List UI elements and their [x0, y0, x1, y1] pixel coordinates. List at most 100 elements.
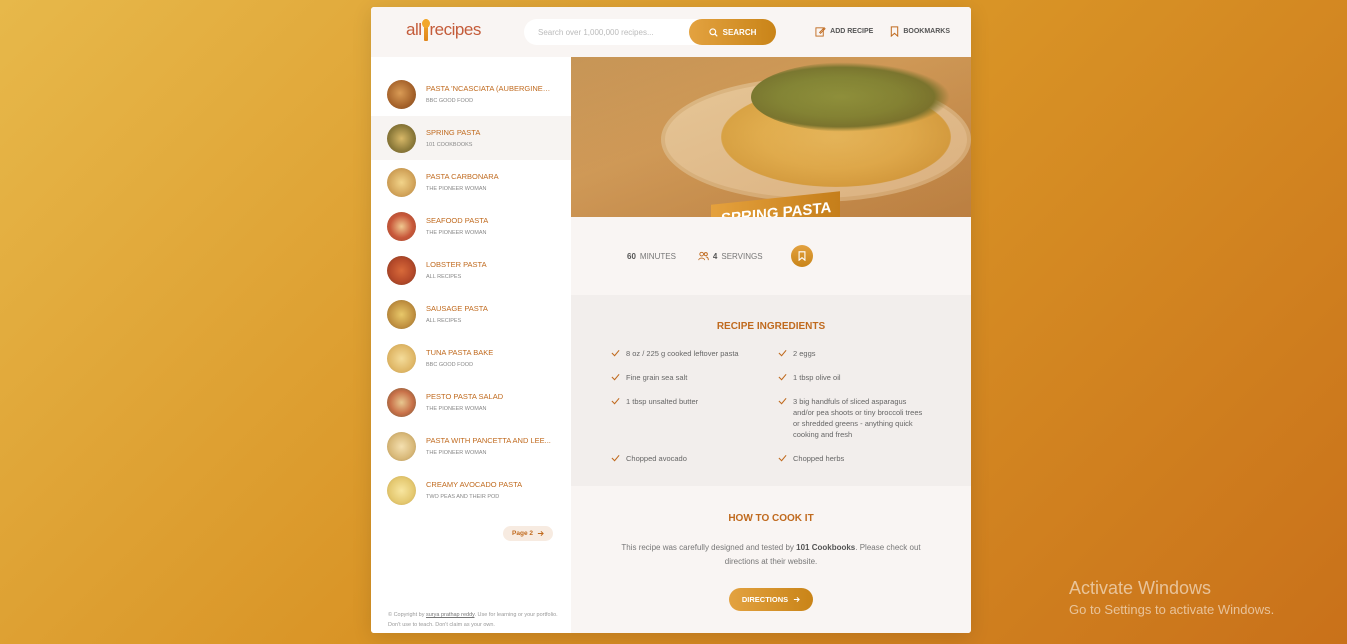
result-publisher: THE PIONEER WOMAN [426, 186, 487, 192]
recipe-ingredients: RECIPE INGREDIENTS 8 oz / 225 g cooked l… [571, 295, 971, 486]
logo[interactable]: all recipes [406, 19, 482, 41]
bookmark-icon [891, 26, 899, 37]
recipe-thumbnail [387, 211, 416, 241]
recipe-details: 60 MINUTES 4 SERVINGS [571, 217, 971, 295]
search-icon [708, 27, 718, 37]
ingredient-text: Chopped avocado [626, 454, 687, 463]
ingredient-item: 2 eggs [778, 348, 945, 372]
result-publisher: 101 COOKBOOKS [426, 142, 473, 148]
header: all recipes SEARCH ADD RECIPE BOOKMARKS [371, 7, 971, 57]
list-item[interactable]: PASTA 'NCASCIATA (AUBERGINE ... BBC GOOD … [371, 72, 571, 116]
watermark-title: Activate Windows [1069, 578, 1212, 598]
check-icon [778, 373, 787, 381]
result-publisher: THE PIONEER WOMAN [426, 406, 487, 412]
list-item[interactable]: PESTO PASTA SALAD THE PIONEER WOMAN [371, 380, 571, 424]
servings-value: 4 [712, 251, 718, 261]
directions-text: This recipe was carefully designed and t… [621, 541, 921, 569]
app-container: all recipes SEARCH ADD RECIPE BOOKMARKS [371, 7, 971, 633]
copyright: © Copyright by surya prathap reddy. Use … [388, 610, 563, 630]
bookmark-recipe-button[interactable] [790, 245, 813, 267]
servings-label: SERVINGS [721, 251, 763, 261]
ingredient-list: 8 oz / 225 g cooked leftover pasta 2 egg… [571, 348, 971, 477]
check-icon [611, 454, 620, 462]
directions-text-before: This recipe was carefully designed and t… [621, 543, 797, 552]
ingredient-text: Fine grain sea salt [626, 373, 688, 382]
result-title: PASTA 'NCASCIATA (AUBERGINE ... [426, 84, 551, 93]
author-link[interactable]: surya prathap reddy [426, 612, 475, 618]
list-item[interactable]: PASTA WITH PANCETTA AND LEE... THE PIONEE… [371, 424, 571, 468]
recipe-thumbnail [387, 343, 416, 373]
recipe-thumbnail [387, 387, 416, 417]
ingredient-text: 8 oz / 225 g cooked leftover pasta [626, 349, 739, 358]
search-results: PASTA 'NCASCIATA (AUBERGINE ... BBC GOOD … [371, 57, 571, 633]
ingredient-item: 1 tbsp olive oil [778, 372, 945, 396]
result-title: PESTO PASTA SALAD [426, 392, 504, 401]
ingredient-text: 2 eggs [793, 349, 816, 358]
check-icon [611, 373, 620, 381]
result-publisher: BBC GOOD FOOD [426, 98, 474, 104]
nav: ADD RECIPE BOOKMARKS [815, 26, 950, 37]
recipe-servings: 4 SERVINGS [698, 251, 763, 261]
directions-button[interactable]: DIRECTIONS [728, 588, 814, 611]
ingredient-item: 1 tbsp unsalted butter [611, 396, 778, 453]
search-button[interactable]: SEARCH [689, 19, 776, 45]
result-title: LOBSTER PASTA [426, 260, 487, 269]
result-title: PASTA WITH PANCETTA AND LEE... [426, 436, 551, 445]
recipe-view: SPRING PASTA 60 MINUTES 4 SERVINGS RECIP… [571, 57, 971, 633]
add-recipe-label: ADD RECIPE [830, 28, 874, 35]
pager-label: Page 2 [512, 530, 533, 537]
next-page-button[interactable]: Page 2 [503, 526, 553, 541]
search-button-label: SEARCH [722, 27, 757, 37]
list-item[interactable]: SAUSAGE PASTA ALL RECIPES [371, 292, 571, 336]
list-item[interactable]: LOBSTER PASTA ALL RECIPES [371, 248, 571, 292]
ingredient-item: 8 oz / 225 g cooked leftover pasta [611, 348, 778, 372]
result-publisher: TWO PEAS AND THEIR POD [426, 494, 500, 500]
list-item[interactable]: TUNA PASTA BAKE BBC GOOD FOOD [371, 336, 571, 380]
recipe-title: SPRING PASTA [711, 182, 841, 217]
check-icon [778, 349, 787, 357]
ingredient-text: 3 big handfuls of sliced asparagus and/o… [793, 397, 923, 439]
results-list: PASTA 'NCASCIATA (AUBERGINE ... BBC GOOD … [371, 57, 571, 512]
recipe-thumbnail [387, 123, 416, 153]
ingredient-item: Chopped avocado [611, 453, 778, 477]
ingredients-heading: RECIPE INGREDIENTS [716, 321, 826, 332]
recipe-thumbnail [387, 431, 416, 461]
recipe-publisher: 101 Cookbooks [796, 543, 856, 552]
ingredient-text: Chopped herbs [793, 454, 845, 463]
list-item[interactable]: SEAFOOD PASTA THE PIONEER WOMAN [371, 204, 571, 248]
arrow-right-icon [794, 596, 800, 603]
ingredient-text: 1 tbsp olive oil [793, 373, 841, 382]
recipe-figure: SPRING PASTA [571, 57, 971, 217]
result-title: PASTA CARBONARA [426, 172, 499, 181]
edit-icon [815, 27, 826, 37]
result-title: SEAFOOD PASTA [426, 216, 489, 225]
pasta-shape [721, 87, 951, 187]
directions-heading: HOW TO COOK IT [728, 513, 814, 524]
watermark-subtitle: Go to Settings to activate Windows. [1069, 602, 1275, 617]
search-input[interactable] [524, 19, 684, 45]
check-icon [778, 454, 787, 462]
recipe-directions: HOW TO COOK IT This recipe was carefully… [571, 486, 971, 611]
result-title: TUNA PASTA BAKE [426, 348, 494, 357]
ingredient-text: 1 tbsp unsalted butter [626, 397, 699, 406]
logo-text-right: recipes [429, 20, 482, 39]
recipe-minutes: 60 MINUTES [627, 252, 676, 261]
recipe-thumbnail [387, 79, 416, 109]
ingredient-item: 3 big handfuls of sliced asparagus and/o… [778, 396, 945, 453]
directions-button-label: DIRECTIONS [741, 595, 789, 604]
result-publisher: ALL RECIPES [426, 318, 462, 324]
list-item[interactable]: PASTA CARBONARA THE PIONEER WOMAN [371, 160, 571, 204]
add-recipe-button[interactable]: ADD RECIPE [815, 26, 873, 37]
list-item[interactable]: CREAMY AVOCADO PASTA TWO PEAS AND THEIR P… [371, 468, 571, 512]
result-publisher: THE PIONEER WOMAN [426, 230, 487, 236]
bookmark-icon [798, 251, 806, 261]
arrow-right-icon [537, 530, 544, 537]
bookmarks-button[interactable]: BOOKMARKS [890, 26, 950, 37]
logo-text-left: all [406, 20, 422, 39]
recipe-thumbnail [387, 475, 416, 505]
copyright-prefix: © Copyright by [388, 612, 426, 618]
check-icon [611, 397, 620, 405]
list-item[interactable]: SPRING PASTA 101 COOKBOOKS [371, 116, 571, 160]
ingredient-item: Fine grain sea salt [611, 372, 778, 396]
result-publisher: BBC GOOD FOOD [426, 362, 474, 368]
